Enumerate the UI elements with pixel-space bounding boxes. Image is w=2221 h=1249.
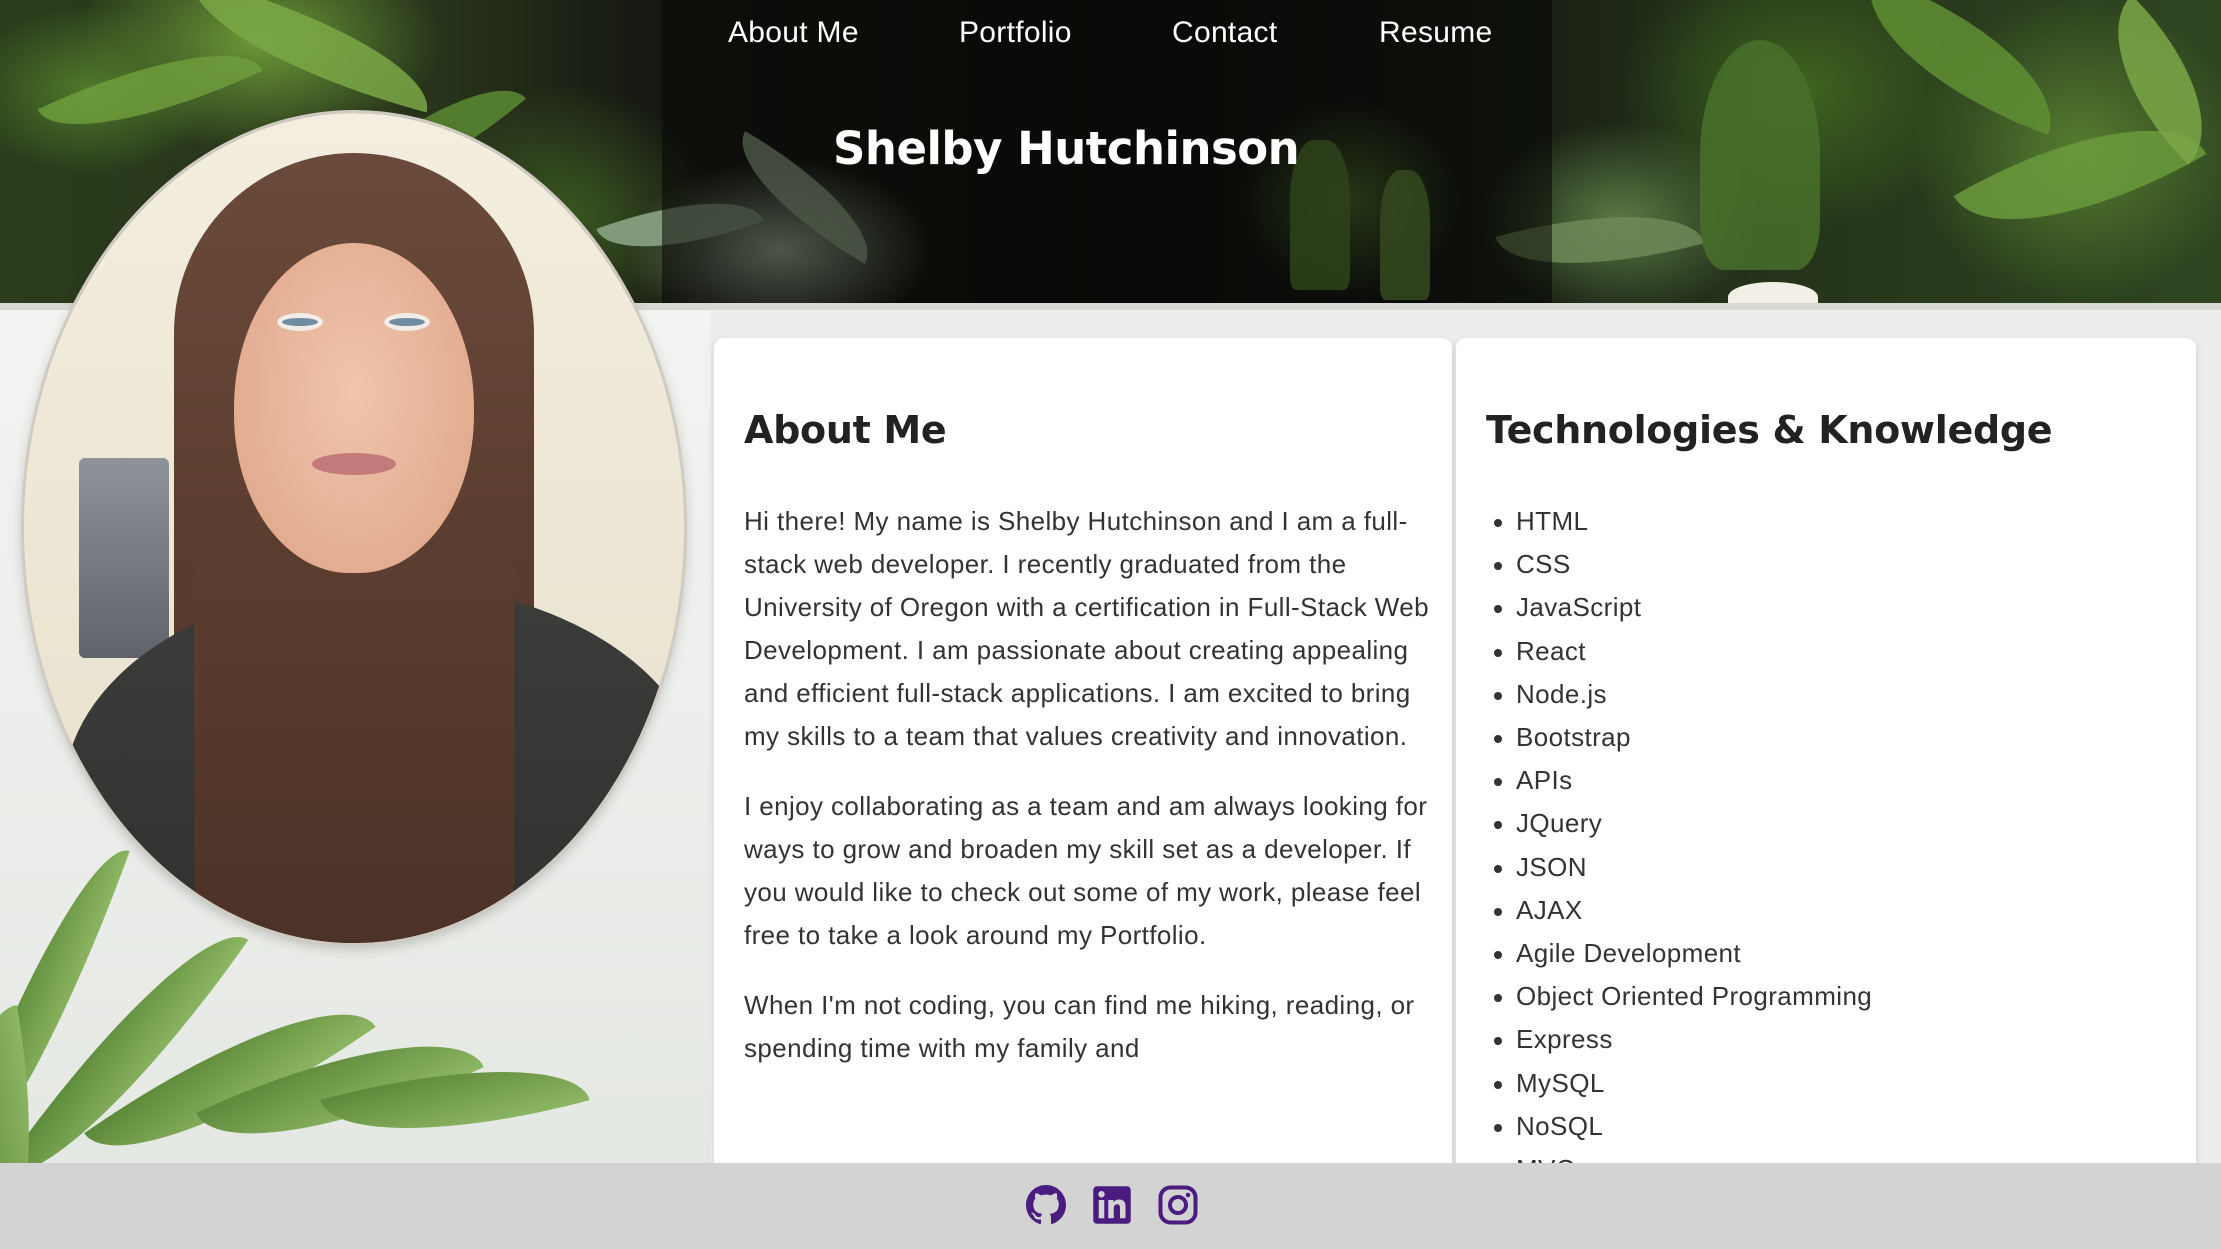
- photo-face: [234, 243, 474, 573]
- tech-item: JQuery: [1493, 802, 1872, 845]
- github-icon-glyph: [1026, 1185, 1066, 1225]
- nav-contact[interactable]: Contact: [1172, 16, 1278, 50]
- tech-item: HTML: [1493, 500, 1872, 543]
- plant-pot: [1728, 282, 1818, 303]
- nav-resume[interactable]: Resume: [1379, 16, 1493, 50]
- github-icon[interactable]: [1026, 1185, 1066, 1225]
- tech-item: APIs: [1493, 759, 1872, 802]
- fern-leaf: [37, 16, 263, 164]
- technologies-list: HTML CSS JavaScript React Node.js Bootst…: [1456, 500, 1872, 1191]
- footer: [0, 1163, 2221, 1249]
- technologies-card: Technologies & Knowledge HTML CSS JavaSc…: [1456, 338, 2196, 1198]
- about-paragraph: When I'm not coding, you can find me hik…: [744, 990, 1415, 1063]
- nav-portfolio[interactable]: Portfolio: [959, 16, 1072, 50]
- tech-item: JSON: [1493, 846, 1872, 889]
- instagram-icon-glyph: [1158, 1185, 1198, 1225]
- technologies-heading: Technologies & Knowledge: [1486, 408, 2053, 452]
- about-card: About Me Hi there! My name is Shelby Hut…: [714, 338, 1452, 1198]
- tech-item: Express: [1493, 1018, 1872, 1061]
- photo-eye: [277, 313, 323, 331]
- linkedin-icon-glyph: [1093, 1186, 1131, 1224]
- tech-item: Agile Development: [1493, 932, 1872, 975]
- tech-item: Bootstrap: [1493, 716, 1872, 759]
- about-paragraph: I enjoy collaborating as a team and am a…: [744, 791, 1428, 950]
- nav-about-me[interactable]: About Me: [728, 16, 859, 50]
- page: About Me Portfolio Contact Resume Shelby…: [0, 0, 2221, 1249]
- photo-eye: [384, 313, 430, 331]
- about-paragraph: Hi there! My name is Shelby Hutchinson a…: [744, 506, 1429, 751]
- instagram-icon[interactable]: [1158, 1185, 1198, 1225]
- tech-item: React: [1493, 630, 1872, 673]
- photo-background-monitor: [79, 458, 169, 658]
- photo-lips: [312, 453, 396, 475]
- linkedin-icon[interactable]: [1092, 1185, 1132, 1225]
- tech-item: Object Oriented Programming: [1493, 975, 1872, 1018]
- site-title: Shelby Hutchinson: [833, 122, 1300, 175]
- tech-item: NoSQL: [1493, 1105, 1872, 1148]
- leaf: [1841, 0, 2079, 135]
- about-heading: About Me: [744, 408, 947, 452]
- profile-photo: [24, 113, 684, 943]
- tech-item: Node.js: [1493, 673, 1872, 716]
- tech-item: JavaScript: [1493, 586, 1872, 629]
- photo-hair-front: [194, 553, 514, 943]
- about-body: Hi there! My name is Shelby Hutchinson a…: [744, 500, 1444, 1097]
- snake-plant-leaf: [1700, 40, 1820, 270]
- tech-item: AJAX: [1493, 889, 1872, 932]
- main-nav: About Me Portfolio Contact Resume: [662, 0, 1552, 72]
- tech-item: CSS: [1493, 543, 1872, 586]
- tech-item: MySQL: [1493, 1062, 1872, 1105]
